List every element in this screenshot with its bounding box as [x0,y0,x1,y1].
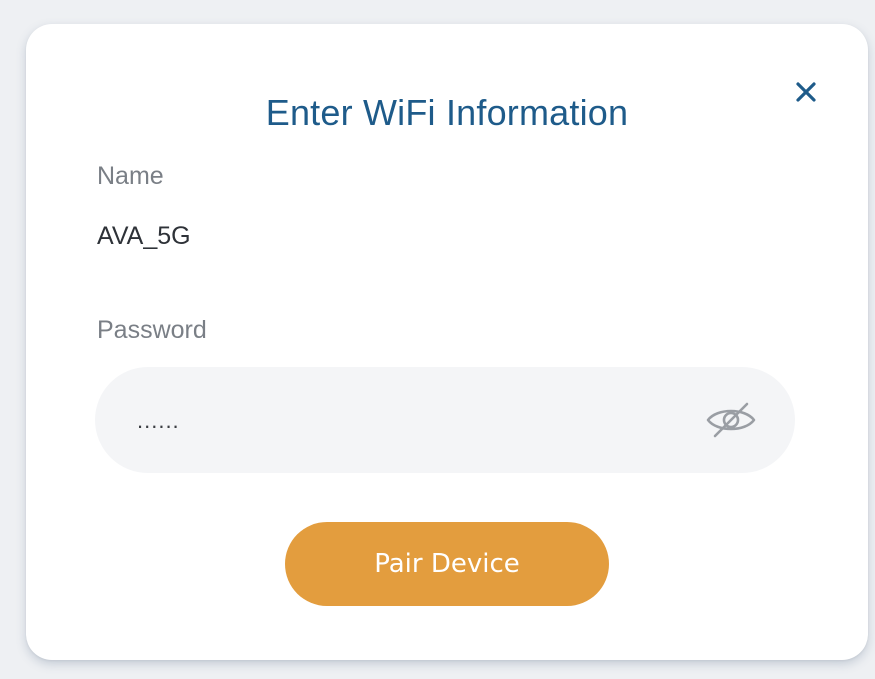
dialog-title: Enter WiFi Information [265,92,629,133]
name-label: Name [97,162,164,190]
password-visibility-toggle[interactable] [703,396,759,444]
close-icon [796,82,816,102]
wifi-info-dialog: Enter WiFi Information Name AVA_5G Passw… [26,24,868,660]
password-input[interactable] [137,404,637,438]
password-label: Password [97,316,207,344]
pair-device-button[interactable]: Pair Device [285,522,609,606]
eye-off-icon [706,402,756,438]
network-name-value: AVA_5G [97,222,191,250]
close-button[interactable] [786,72,826,112]
password-field[interactable] [95,367,795,473]
